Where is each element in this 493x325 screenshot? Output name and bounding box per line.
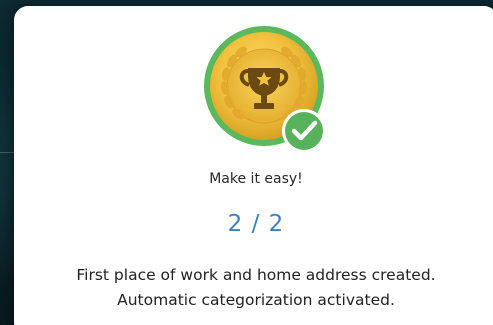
achievement-medal — [204, 26, 326, 153]
background-divider — [0, 152, 14, 153]
app-screen: Make it easy! 2 / 2 First place of work … — [0, 0, 493, 325]
description-line: Automatic categorization activated. — [117, 291, 395, 309]
achievement-progress: 2 / 2 — [227, 211, 285, 237]
description-line: First place of work and home address cre… — [76, 266, 436, 284]
achievement-title: Make it easy! — [209, 171, 303, 187]
achievement-description: First place of work and home address cre… — [14, 263, 493, 313]
checkmark-icon — [282, 109, 326, 153]
achievement-dialog: Make it easy! 2 / 2 First place of work … — [14, 6, 493, 325]
